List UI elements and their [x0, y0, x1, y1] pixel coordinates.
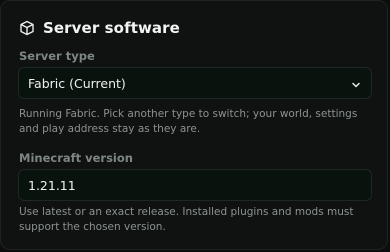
minecraft-version-help: Use latest or an exact release. Installe…	[19, 206, 354, 233]
card-header: Server software	[19, 17, 180, 39]
server-software-card: Server software Server type Fabric (Curr…	[0, 0, 388, 250]
card-title: Server software	[43, 19, 180, 37]
server-type-selected-value: Fabric (Current)	[28, 75, 126, 91]
server-type-select[interactable]: Fabric (Current)	[18, 67, 372, 99]
minecraft-version-value: 1.21.11	[28, 177, 76, 193]
server-type-help: Running Fabric. Pick another type to swi…	[19, 108, 358, 135]
cube-icon	[19, 20, 35, 36]
chevron-down-icon	[351, 78, 361, 88]
minecraft-version-label: Minecraft version	[19, 151, 133, 165]
minecraft-version-input[interactable]: 1.21.11	[18, 169, 372, 201]
server-type-label: Server type	[19, 49, 95, 63]
